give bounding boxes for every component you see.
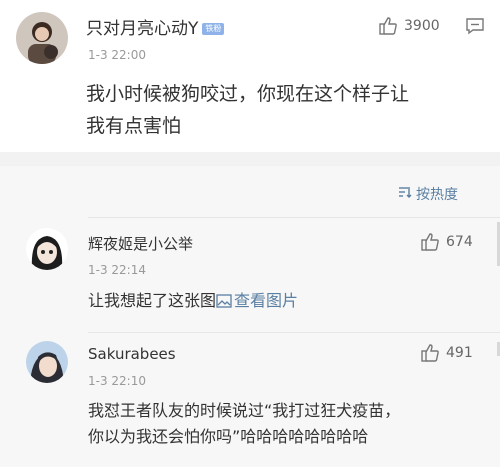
reply-text: 我怼王者队友的时候说过“我打过狂犬疫苗， 你以为我还会怕你吗”哈哈哈哈哈哈哈哈 — [88, 401, 401, 446]
sort-icon — [398, 185, 412, 203]
divider — [88, 332, 500, 333]
like-button[interactable]: 3900 — [378, 16, 440, 36]
section-separator — [0, 152, 500, 166]
replies-section: 按热度 辉夜姬是小公举 1-3 22:14 674 让我想起了这张图 查看图片 … — [0, 166, 500, 467]
avatar[interactable] — [26, 341, 68, 383]
like-count: 491 — [446, 345, 473, 361]
user-name[interactable]: 辉夜姬是小公举 — [88, 233, 193, 254]
avatar[interactable] — [26, 228, 68, 270]
reply-text: 让我想起了这张图 查看图片 — [88, 288, 298, 316]
thumbs-up-icon — [420, 232, 440, 252]
image-icon — [216, 290, 232, 316]
main-comment: 只对月亮心动Y 铁粉 1-3 22:00 3900 我小时候被狗咬过，你现在这个样… — [0, 0, 500, 152]
thumbs-up-icon — [378, 16, 398, 36]
divider — [88, 217, 500, 218]
fan-badge: 铁粉 — [202, 23, 225, 35]
like-button[interactable]: 674 — [420, 232, 473, 252]
user-name[interactable]: Sakurabees — [88, 345, 176, 363]
sort-label: 按热度 — [416, 187, 458, 203]
user-name[interactable]: 只对月亮心动Y 铁粉 — [86, 14, 225, 39]
comment-more-icon[interactable] — [465, 16, 485, 36]
reply-time: 1-3 22:14 — [88, 263, 146, 277]
like-count: 674 — [446, 234, 473, 250]
thumbs-up-icon — [420, 343, 440, 363]
comment-time: 1-3 22:00 — [88, 48, 146, 62]
reply-time: 1-3 22:10 — [88, 374, 146, 388]
comment-text: 我小时候被狗咬过，你现在这个样子让 我有点害怕 — [86, 83, 410, 137]
like-button[interactable]: 491 — [420, 343, 473, 363]
view-image-link[interactable]: 查看图片 — [216, 291, 298, 310]
avatar[interactable] — [16, 12, 68, 64]
sort-by-hotness[interactable]: 按热度 — [398, 184, 458, 204]
like-count: 3900 — [404, 18, 440, 34]
